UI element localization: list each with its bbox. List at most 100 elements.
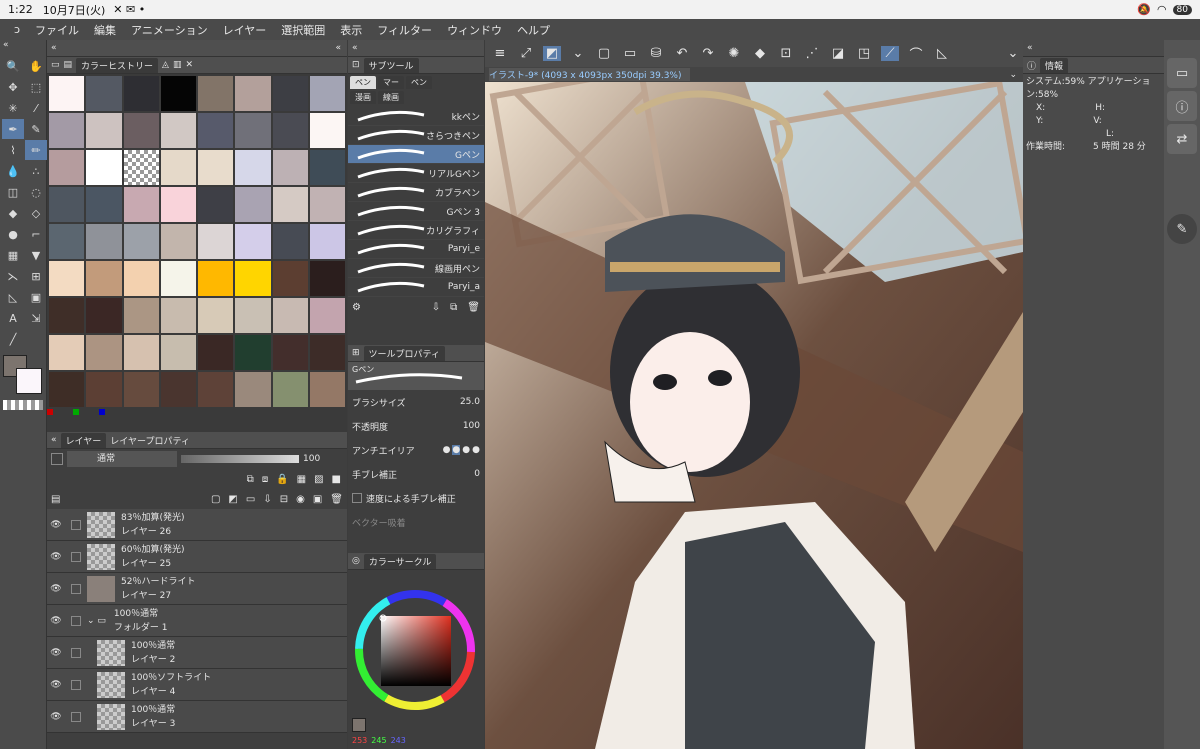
opacity-value[interactable]: 100 [463, 421, 480, 431]
color-swatch[interactable] [160, 261, 196, 296]
layer-checkbox[interactable] [71, 679, 81, 690]
color-swatch[interactable] [49, 298, 85, 333]
color-swatch[interactable] [235, 76, 271, 111]
zoom-icon[interactable]: 🔍 [2, 56, 24, 76]
menu-view[interactable]: 表示 [340, 22, 362, 38]
eyedropper-icon[interactable]: ⁄ [25, 98, 47, 118]
tab-color-circle[interactable]: カラーサークル [363, 553, 437, 569]
color-swatch[interactable] [160, 372, 196, 407]
new-raster-icon[interactable]: ▢ [211, 494, 220, 505]
close-icon[interactable]: ✕ [185, 60, 193, 70]
transform-icon[interactable]: ⊡ [777, 46, 795, 61]
subtool-tab-pen[interactable]: ペン [350, 76, 376, 89]
menu-window[interactable]: ウィンドウ [447, 22, 502, 38]
transparent-color-swatch[interactable] [3, 400, 43, 410]
mask-add-icon[interactable]: ◉ [296, 494, 305, 505]
frame-icon[interactable]: ⊞ [25, 266, 47, 286]
collapse-icon[interactable]: « [352, 43, 358, 53]
collapse-icon[interactable]: « [0, 40, 46, 54]
color-swatch[interactable] [235, 261, 271, 296]
clip-icon[interactable]: ⧉ [247, 474, 254, 485]
color-swatch[interactable] [49, 372, 85, 407]
color-swatch[interactable] [160, 187, 196, 222]
color-wheel[interactable] [348, 570, 484, 730]
color-swatch[interactable] [123, 372, 159, 407]
color-swatch[interactable] [123, 298, 159, 333]
brush-item[interactable]: さらつきペン [348, 126, 484, 145]
color-swatch[interactable] [86, 150, 122, 185]
layer-settings-icon[interactable]: ▤ [51, 494, 60, 505]
edit-pen-icon[interactable]: ✎ [1167, 214, 1197, 244]
collapse-icon[interactable]: « [51, 435, 57, 445]
snap-grid-icon[interactable]: ◪ [829, 46, 847, 61]
color-swatch[interactable] [86, 224, 122, 259]
quick-access-icon[interactable]: ◩ [543, 46, 561, 61]
main-sub-color[interactable] [0, 355, 46, 400]
color-swatch[interactable] [272, 150, 308, 185]
hand-icon[interactable]: ✋ [25, 56, 47, 76]
fill-selection-icon[interactable]: ◆ [751, 46, 769, 61]
bucket-icon[interactable]: ▼ [25, 245, 47, 265]
brush-item[interactable]: カブラペン [348, 183, 484, 202]
color-swatch[interactable] [309, 372, 345, 407]
layer-checkbox[interactable] [71, 647, 81, 658]
color-swatch[interactable] [86, 113, 122, 148]
combine-icon[interactable]: ⊟ [280, 494, 288, 505]
color-swatch[interactable] [123, 224, 159, 259]
approx-color-icon[interactable]: ▥ [173, 60, 182, 70]
app-logo-icon[interactable]: ↄ [14, 23, 20, 36]
color-swatch[interactable] [309, 298, 345, 333]
color-swatch[interactable] [49, 261, 85, 296]
color-set-icon[interactable]: ▭ [51, 60, 60, 70]
color-swatch[interactable] [235, 150, 271, 185]
color-swatch[interactable] [272, 335, 308, 370]
visibility-icon[interactable]: 👁 [47, 584, 65, 594]
snap-ruler-icon[interactable]: ⋰ [803, 46, 821, 61]
opacity-slider[interactable] [181, 455, 299, 463]
menu-selection[interactable]: 選択範囲 [281, 22, 325, 38]
blend-icon[interactable]: 💧 [2, 161, 24, 181]
gradient-icon[interactable]: ▦ [2, 245, 24, 265]
fill-icon[interactable]: ◆ [2, 203, 24, 223]
history-icon[interactable]: ⇄ [1167, 124, 1197, 154]
visibility-icon[interactable]: 👁 [47, 712, 65, 722]
move-icon[interactable]: ✥ [2, 77, 24, 97]
lock-transparent-icon[interactable]: ▦ [297, 474, 306, 485]
color-swatch[interactable] [123, 187, 159, 222]
delete-layer-icon[interactable]: 🗑 [330, 494, 343, 505]
color-swatch[interactable] [198, 113, 234, 148]
tab-subtool[interactable]: サブツール [363, 57, 419, 73]
visibility-icon[interactable]: 👁 [47, 680, 65, 690]
color-swatch[interactable] [272, 298, 308, 333]
canvas-tab[interactable]: イラスト-9* (4093 x 4093px 350dpi 39.3%) [489, 68, 690, 81]
brush-item[interactable]: Paryi_a [348, 278, 484, 297]
subtool-import-icon[interactable]: ⇩ [432, 302, 440, 313]
color-swatch[interactable] [123, 113, 159, 148]
balloon-icon[interactable]: ⇲ [25, 308, 47, 328]
new-vector-icon[interactable]: ◩ [228, 494, 237, 505]
undo-icon[interactable]: ↶ [673, 46, 691, 61]
color-swatch[interactable] [49, 224, 85, 259]
opacity-value[interactable]: 100 [303, 454, 320, 464]
illustration-canvas[interactable] [485, 82, 1023, 749]
color-swatch[interactable] [198, 298, 234, 333]
subtool-tab-manga[interactable]: 漫画 [350, 91, 376, 104]
mask-icon[interactable]: ▨ [314, 474, 323, 485]
color-swatch[interactable] [272, 224, 308, 259]
object-icon[interactable]: ⬚ [25, 77, 47, 97]
menu-filter[interactable]: フィルター [377, 22, 432, 38]
color-swatch[interactable] [160, 150, 196, 185]
color-slider-icon[interactable]: ▤ [64, 60, 73, 70]
color-swatch[interactable] [123, 150, 159, 185]
layer-row[interactable]: 👁 100％通常 レイヤー 3 [47, 701, 347, 733]
tab-color-history[interactable]: カラーヒストリー [76, 57, 159, 73]
menu-animation[interactable]: アニメーション [131, 22, 208, 38]
panel-icon[interactable]: ▣ [25, 287, 47, 307]
menu-edit[interactable]: 編集 [94, 22, 116, 38]
clear-selection-icon[interactable]: ✺ [725, 46, 743, 61]
magic-wand-icon[interactable]: ✳ [2, 98, 24, 118]
new-file-icon[interactable]: ▢ [595, 46, 613, 61]
color-swatch[interactable] [49, 335, 85, 370]
layer-row[interactable]: 👁 52％ハードライト レイヤー 27 [47, 573, 347, 605]
color-swatch[interactable] [235, 372, 271, 407]
